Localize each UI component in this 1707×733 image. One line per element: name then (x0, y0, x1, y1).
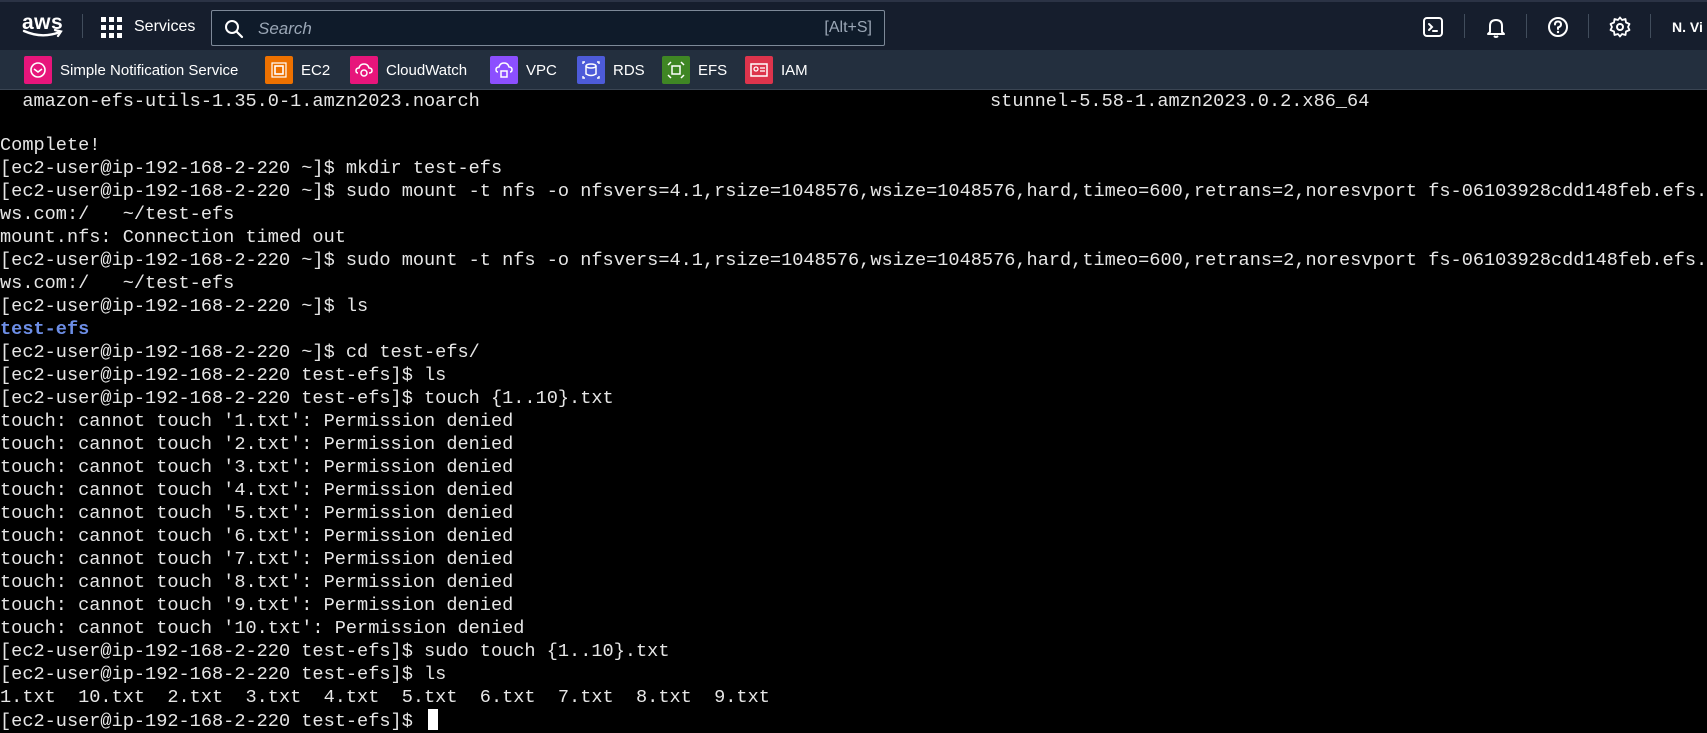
terminal-line: [ec2-user@ip-192-168-2-220 ~]$ sudo moun… (0, 181, 1707, 202)
terminal-line: Complete! (0, 135, 101, 156)
terminal-line: touch: cannot touch '6.txt': Permission … (0, 526, 514, 547)
nav-divider (82, 14, 83, 38)
nav-divider (1588, 14, 1589, 38)
help-icon[interactable] (1546, 15, 1570, 39)
notifications-icon[interactable] (1484, 15, 1508, 39)
favorite-efs[interactable]: EFS (662, 56, 727, 84)
rds-icon (577, 56, 605, 84)
cloudwatch-icon (350, 56, 378, 84)
aws-logo[interactable]: aws (22, 12, 70, 40)
terminal-line: mount.nfs: Connection timed out (0, 227, 346, 248)
settings-icon[interactable] (1608, 15, 1632, 39)
terminal-line: ws.com:/ ~/test-efs (0, 204, 235, 225)
terminal-line-package-right: stunnel-5.58-1.amzn2023.0.2.x86_64 (990, 91, 1370, 112)
nav-divider (1650, 14, 1651, 38)
terminal-line: touch: cannot touch '3.txt': Permission … (0, 457, 514, 478)
top-navigation: aws Services [Alt+S] (0, 0, 1707, 50)
iam-icon (745, 56, 773, 84)
terminal-line: 1.txt 10.txt 2.txt 3.txt 4.txt 5.txt 6.t… (0, 687, 770, 708)
terminal-line: touch: cannot touch '8.txt': Permission … (0, 572, 514, 593)
ec2-icon (265, 56, 293, 84)
terminal-line: touch: cannot touch '9.txt': Permission … (0, 595, 514, 616)
terminal-line: [ec2-user@ip-192-168-2-220 ~]$ sudo moun… (0, 250, 1707, 271)
favorite-ec2[interactable]: EC2 (265, 56, 330, 84)
terminal-cursor (428, 709, 439, 730)
terminal-output[interactable]: amazon-efs-utils-1.35.0-1.amzn2023.noarc… (0, 90, 1707, 733)
terminal-line: touch: cannot touch '10.txt': Permission… (0, 618, 525, 639)
search-input[interactable] (256, 17, 780, 41)
terminal-line: [ec2-user@ip-192-168-2-220 ~]$ mkdir tes… (0, 158, 503, 179)
terminal-prompt: [ec2-user@ip-192-168-2-220 test-efs]$ (0, 711, 425, 732)
nav-divider (1464, 14, 1465, 38)
sns-icon (24, 56, 52, 84)
terminal-line: [ec2-user@ip-192-168-2-220 test-efs]$ su… (0, 641, 670, 662)
services-menu-button[interactable]: Services (101, 14, 195, 40)
favorites-bar: Simple Notification Service EC2 CloudWat… (0, 50, 1707, 90)
terminal-line: touch: cannot touch '5.txt': Permission … (0, 503, 514, 524)
terminal-line: touch: cannot touch '2.txt': Permission … (0, 434, 514, 455)
favorite-iam[interactable]: IAM (745, 56, 808, 84)
favorite-label: EFS (698, 61, 728, 79)
terminal-line: [ec2-user@ip-192-168-2-220 test-efs]$ ls (0, 365, 447, 386)
favorite-label: IAM (781, 61, 808, 79)
terminal-line: [ec2-user@ip-192-168-2-220 test-efs]$ ls (0, 664, 447, 685)
search-shortcut-hint: [Alt+S] (824, 19, 872, 36)
nav-divider (1526, 14, 1527, 38)
region-selector[interactable]: N. Vi (1672, 19, 1703, 35)
aws-smile-icon (22, 29, 63, 38)
vpc-icon (490, 56, 518, 84)
favorite-label: VPC (526, 61, 557, 79)
favorite-rds[interactable]: RDS (577, 56, 645, 84)
terminal-line: touch: cannot touch '4.txt': Permission … (0, 480, 514, 501)
grid-menu-icon (101, 16, 122, 38)
favorite-sns[interactable]: Simple Notification Service (24, 56, 238, 84)
services-label: Services (134, 18, 196, 35)
terminal-line: ws.com:/ ~/test-efs (0, 273, 235, 294)
terminal-line: test-efs (0, 319, 90, 340)
favorite-label: RDS (613, 61, 645, 79)
favorite-cloudwatch[interactable]: CloudWatch (350, 56, 467, 84)
favorite-label: CloudWatch (386, 61, 468, 79)
favorite-label: EC2 (301, 61, 331, 79)
cloudshell-icon[interactable] (1421, 15, 1445, 39)
terminal-prompt-line: [ec2-user@ip-192-168-2-220 test-efs]$ (0, 709, 439, 732)
efs-icon (662, 56, 690, 84)
terminal-line-package-left: amazon-efs-utils-1.35.0-1.amzn2023.noarc… (0, 91, 480, 112)
terminal-line: [ec2-user@ip-192-168-2-220 ~]$ ls (0, 296, 369, 317)
terminal-line: touch: cannot touch '7.txt': Permission … (0, 549, 514, 570)
terminal-line: touch: cannot touch '1.txt': Permission … (0, 411, 514, 432)
favorite-vpc[interactable]: VPC (490, 56, 557, 84)
search-icon (225, 20, 244, 39)
favorite-label: Simple Notification Service (60, 61, 239, 79)
search-bar[interactable]: [Alt+S] (211, 10, 885, 46)
terminal-line: [ec2-user@ip-192-168-2-220 test-efs]$ to… (0, 388, 614, 409)
terminal-line: [ec2-user@ip-192-168-2-220 ~]$ cd test-e… (0, 342, 480, 363)
